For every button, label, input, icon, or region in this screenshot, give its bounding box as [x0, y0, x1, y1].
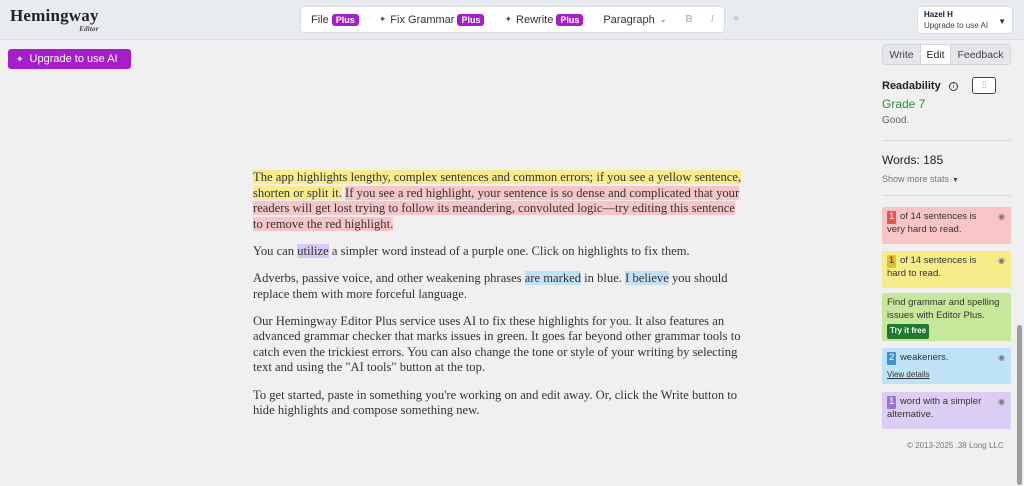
- eye-icon[interactable]: ◉: [998, 396, 1005, 409]
- editor-text-area[interactable]: The app highlights lengthy, complex sent…: [253, 170, 745, 430]
- sidebar-divider: [882, 195, 1012, 196]
- readability-heading: Readability i: [882, 80, 958, 92]
- simpler-count: 1: [887, 396, 897, 409]
- caret-down-icon: ▼: [952, 177, 959, 184]
- weakeners-text: weakeners.: [899, 352, 949, 363]
- sparkle-icon: ✦: [504, 14, 513, 24]
- tab-feedback[interactable]: Feedback: [951, 45, 1010, 64]
- very-hard-text: of 14 sentences is very hard to read.: [887, 211, 977, 235]
- editor-toolbar: File Plus ✦ Fix Grammar Plus ✦ Rewrite P…: [300, 6, 740, 33]
- paragraph-dropdown[interactable]: Paragraph ⌄: [593, 7, 676, 32]
- eye-icon[interactable]: ◉: [998, 352, 1005, 365]
- plus-badge: Plus: [457, 13, 485, 26]
- tab-write[interactable]: Write: [883, 45, 920, 64]
- hard-sentences-card[interactable]: 1 of 14 sentences is hard to read. ◉: [882, 251, 1011, 288]
- weakener-highlight[interactable]: are marked: [524, 270, 582, 285]
- hard-count: 1: [887, 255, 897, 268]
- very-hard-count: 1: [887, 211, 897, 224]
- grammar-upsell-text: Find grammar and spelling issues with Ed…: [887, 297, 1000, 321]
- italic-button[interactable]: I: [702, 14, 723, 25]
- weakener-highlight[interactable]: I believe: [625, 270, 669, 285]
- sparkle-icon: ✦: [16, 53, 24, 64]
- paragraph-3: Adverbs, passive voice, and other weaken…: [253, 270, 745, 302]
- simpler-text: word with a simpler alternative.: [887, 396, 982, 420]
- paragraph-2: You can utilize a simpler word instead o…: [253, 243, 745, 260]
- chevron-down-icon: ⌄: [659, 15, 667, 24]
- tab-edit[interactable]: Edit: [920, 45, 951, 64]
- upgrade-ai-button[interactable]: ✦ Upgrade to use AI: [8, 49, 131, 69]
- page-scrollbar[interactable]: [1015, 40, 1024, 486]
- account-menu[interactable]: Hazel H Upgrade to use AI ▼: [917, 6, 1013, 34]
- logo-subtitle: Editor: [79, 25, 99, 33]
- text-span: a simpler word instead of a purple one. …: [328, 243, 690, 258]
- rewrite-button[interactable]: ✦ Rewrite Plus: [494, 7, 593, 32]
- text-span: in blue.: [581, 270, 626, 285]
- caret-down-icon: ▼: [998, 17, 1006, 26]
- paragraph-4: Our Hemingway Editor Plus service uses A…: [253, 313, 741, 375]
- link-button[interactable]: ⚭: [723, 14, 749, 25]
- paragraph-5: To get started, paste in something you'r…: [253, 387, 738, 418]
- bold-button[interactable]: B: [676, 14, 701, 25]
- file-label: File: [311, 13, 329, 26]
- word-count: Words: 185: [882, 153, 944, 167]
- readability-label: Readability: [882, 80, 941, 92]
- try-it-free-button[interactable]: Try it free: [887, 324, 930, 339]
- top-bar: Hemingway Editor File Plus ✦ Fix Grammar…: [0, 0, 1024, 40]
- copyright-text: © 2013-2025 .38 Long LLC: [907, 441, 1004, 450]
- fix-grammar-button[interactable]: ✦ Fix Grammar Plus: [369, 7, 495, 32]
- info-icon[interactable]: i: [948, 82, 958, 91]
- file-menu-button[interactable]: File Plus: [301, 7, 369, 32]
- show-more-stats-label: Show more stats: [882, 174, 950, 184]
- grade-level: Grade 7: [882, 97, 926, 111]
- stats-sidebar: Write Edit Feedback Readability i ⫶⫶ Gra…: [872, 40, 1024, 486]
- upgrade-ai-label: Upgrade to use AI: [29, 53, 118, 65]
- readability-settings-button[interactable]: ⫶⫶: [972, 77, 996, 94]
- sidebar-divider: [882, 140, 1012, 141]
- eye-icon[interactable]: ◉: [998, 211, 1005, 224]
- grammar-upsell-card: Find grammar and spelling issues with Ed…: [882, 293, 1011, 341]
- very-hard-sentences-card[interactable]: 1 of 14 sentences is very hard to read. …: [882, 207, 1011, 244]
- rewrite-label: Rewrite: [516, 13, 554, 26]
- paragraph-1: The app highlights lengthy, complex sent…: [253, 170, 745, 232]
- grade-note: Good.: [882, 115, 910, 126]
- weakeners-card[interactable]: 2 weakeners. View details ◉: [882, 348, 1011, 384]
- show-more-stats-link[interactable]: Show more stats ▼: [882, 174, 959, 184]
- text-span: You can: [253, 243, 298, 258]
- scrollbar-thumb[interactable]: [1017, 325, 1022, 485]
- hard-text: of 14 sentences is hard to read.: [887, 255, 977, 279]
- app-logo[interactable]: Hemingway Editor: [10, 6, 99, 33]
- simpler-word-highlight[interactable]: utilize: [297, 243, 329, 258]
- plus-badge: Plus: [556, 13, 584, 26]
- sliders-icon: ⫶⫶: [981, 80, 987, 90]
- weakeners-count: 2: [887, 352, 897, 365]
- paragraph-label: Paragraph: [603, 13, 655, 26]
- fix-grammar-label: Fix Grammar: [390, 13, 455, 26]
- sparkle-icon: ✦: [378, 14, 387, 24]
- text-span: Adverbs, passive voice, and other weaken…: [253, 270, 525, 285]
- logo-text: Hemingway: [10, 6, 99, 25]
- view-details-link[interactable]: View details: [887, 369, 989, 382]
- eye-icon[interactable]: ◉: [998, 255, 1005, 268]
- mode-tabs: Write Edit Feedback: [882, 44, 1011, 65]
- simpler-words-card[interactable]: 1 word with a simpler alternative. ◉: [882, 392, 1011, 429]
- plus-badge: Plus: [331, 13, 359, 26]
